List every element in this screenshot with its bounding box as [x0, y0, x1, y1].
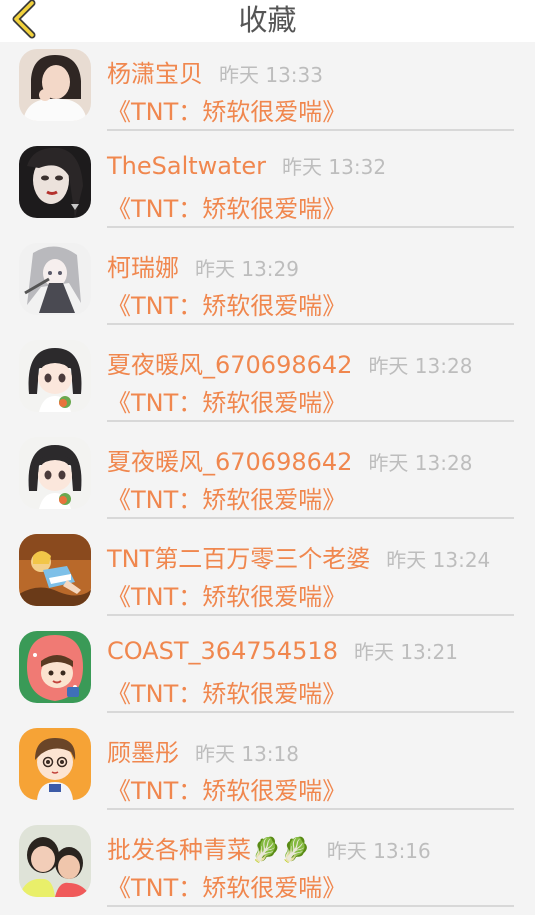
avatar-icon-cartoon-strawberry — [19, 631, 91, 703]
divider — [107, 614, 514, 616]
avatar-icon-cartoon-boy — [19, 728, 91, 800]
top-bar: 收藏 — [0, 0, 535, 42]
list-item[interactable]: 柯瑞娜 昨天 13:29 《TNT：矫软很爱喘》 — [0, 236, 535, 333]
item-name-text: TNT第二百万零三个老婆 — [107, 545, 371, 573]
list-item[interactable]: COAST_364754518 昨天 13:21 《TNT：矫软很爱喘》 — [0, 624, 535, 721]
item-message: 《TNT：矫软很爱喘》 — [107, 777, 347, 805]
divider — [107, 323, 514, 325]
item-name-text: COAST_364754518 — [107, 637, 338, 665]
list-item[interactable]: 批发各种青菜🥬🥬 昨天 13:16 《TNT：矫软很爱喘》 — [0, 818, 535, 915]
item-name: 批发各种青菜🥬🥬 昨天 13:16 — [107, 830, 431, 865]
avatar[interactable] — [19, 728, 91, 800]
avatar-icon-anime-girl — [19, 437, 91, 509]
item-message: 《TNT：矫软很爱喘》 — [107, 292, 347, 320]
divider — [107, 226, 514, 228]
avatar[interactable] — [19, 146, 91, 218]
avatar-icon-photo-kids — [19, 825, 91, 897]
item-name: 夏夜暖风_670698642 昨天 13:28 — [107, 345, 472, 380]
divider — [107, 129, 514, 131]
item-message: 《TNT：矫软很爱喘》 — [107, 583, 347, 611]
divider — [107, 905, 514, 907]
avatar-icon-girl-dark — [19, 146, 91, 218]
item-time: 昨天 13:18 — [195, 742, 299, 766]
list-item[interactable]: TNT第二百万零三个老婆 昨天 13:24 《TNT：矫软很爱喘》 — [0, 527, 535, 624]
avatar-icon-anime-girl — [19, 340, 91, 412]
list-item[interactable]: 夏夜暖风_670698642 昨天 13:28 《TNT：矫软很爱喘》 — [0, 333, 535, 430]
avatar-icon-cartoon-alice — [19, 534, 91, 606]
item-time: 昨天 13:29 — [195, 257, 299, 281]
item-name: 夏夜暖风_670698642 昨天 13:28 — [107, 442, 472, 477]
list-item[interactable]: 顾墨彤 昨天 13:18 《TNT：矫软很爱喘》 — [0, 721, 535, 818]
item-name-text: TheSaltwater — [107, 152, 267, 180]
item-name: 柯瑞娜 昨天 13:29 — [107, 248, 299, 283]
item-name: TheSaltwater 昨天 13:32 — [107, 151, 386, 180]
divider — [107, 711, 514, 713]
item-message: 《TNT：矫软很爱喘》 — [107, 389, 347, 417]
item-message: 《TNT：矫软很爱喘》 — [107, 680, 347, 708]
item-name-text: 顾墨彤 — [107, 739, 179, 767]
list-item[interactable]: TheSaltwater 昨天 13:32 《TNT：矫软很爱喘》 — [0, 139, 535, 236]
item-name-text: 柯瑞娜 — [107, 254, 179, 282]
item-name-text: 批发各种青菜🥬🥬 — [107, 836, 311, 864]
favorites-list: 杨潇宝贝 昨天 13:33 《TNT：矫软很爱喘》 TheSaltwater 昨天 … — [0, 42, 535, 915]
avatar-icon-anime-grey — [19, 243, 91, 315]
avatar[interactable] — [19, 49, 91, 121]
divider — [107, 517, 514, 519]
item-time: 昨天 13:28 — [368, 354, 473, 378]
avatar[interactable] — [19, 631, 91, 703]
avatar[interactable] — [19, 340, 91, 412]
avatar[interactable] — [19, 437, 91, 509]
item-name: 杨潇宝贝 昨天 13:33 — [107, 54, 323, 89]
item-name: TNT第二百万零三个老婆 昨天 13:24 — [107, 539, 490, 574]
divider — [107, 808, 514, 810]
item-time: 昨天 13:28 — [368, 451, 473, 475]
avatar-icon-girl-white-shirt — [19, 49, 91, 121]
item-message: 《TNT：矫软很爱喘》 — [107, 486, 347, 514]
list-item[interactable]: 夏夜暖风_670698642 昨天 13:28 《TNT：矫软很爱喘》 — [0, 430, 535, 527]
avatar[interactable] — [19, 825, 91, 897]
item-time: 昨天 13:16 — [326, 839, 431, 863]
page-title: 收藏 — [238, 3, 297, 37]
item-time: 昨天 13:32 — [282, 155, 387, 179]
list-item[interactable]: 杨潇宝贝 昨天 13:33 《TNT：矫软很爱喘》 — [0, 42, 535, 139]
item-name: COAST_364754518 昨天 13:21 — [107, 636, 458, 665]
item-message: 《TNT：矫软很爱喘》 — [107, 874, 347, 902]
item-message: 《TNT：矫软很爱喘》 — [107, 195, 347, 223]
item-time: 昨天 13:24 — [386, 548, 491, 572]
item-name-text: 夏夜暖风_670698642 — [107, 448, 353, 476]
divider — [107, 420, 514, 422]
avatar[interactable] — [19, 243, 91, 315]
item-message: 《TNT：矫软很爱喘》 — [107, 98, 347, 126]
item-name: 顾墨彤 昨天 13:18 — [107, 733, 299, 768]
avatar[interactable] — [19, 534, 91, 606]
item-name-text: 夏夜暖风_670698642 — [107, 351, 353, 379]
item-time: 昨天 13:21 — [353, 640, 458, 664]
item-name-text: 杨潇宝贝 — [107, 60, 203, 88]
item-time: 昨天 13:33 — [219, 63, 323, 87]
